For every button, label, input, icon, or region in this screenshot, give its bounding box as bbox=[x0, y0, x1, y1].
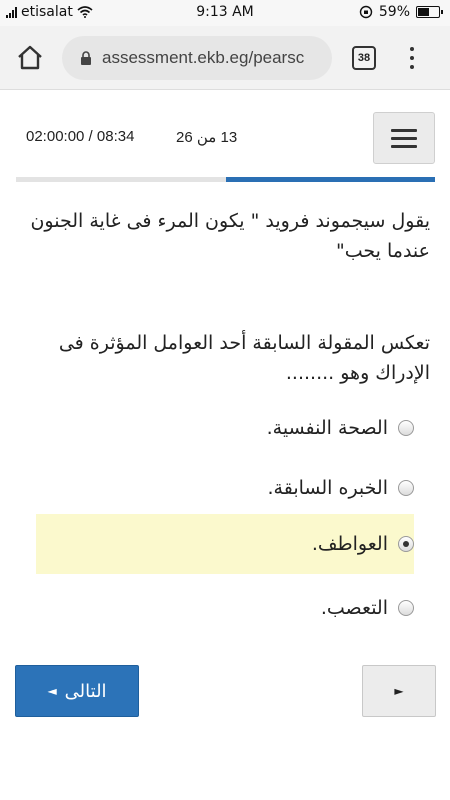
question-quote: يقول سيجموند فرويد " يكون المرء فى غاية … bbox=[30, 210, 430, 262]
overflow-menu-icon[interactable] bbox=[404, 44, 420, 72]
radio-button[interactable] bbox=[398, 420, 414, 436]
tabs-icon[interactable]: 38 bbox=[352, 46, 376, 70]
address-bar[interactable]: assessment.ekb.eg/pearsc bbox=[62, 36, 332, 80]
progress-track bbox=[16, 177, 435, 182]
battery-icon bbox=[416, 6, 443, 18]
url-text: assessment.ekb.eg/pearsc bbox=[102, 48, 305, 67]
status-bar: etisalat 9:13 AM 59% bbox=[0, 0, 450, 26]
option-label: العواطف. bbox=[311, 533, 388, 555]
arrow-left-icon: ◄ bbox=[47, 684, 57, 698]
option-label: الصحة النفسية. bbox=[266, 417, 388, 439]
answer-option-1[interactable]: الصحة النفسية. bbox=[36, 398, 414, 458]
rotation-lock-icon bbox=[359, 5, 373, 19]
play-arrow-button[interactable]: ► bbox=[362, 665, 436, 717]
progress-bar bbox=[225, 177, 435, 182]
battery-fill bbox=[418, 8, 430, 16]
radio-button[interactable] bbox=[398, 480, 414, 496]
battery-area: 59% bbox=[359, 4, 443, 20]
timer: 02:00:00 / 08:34 bbox=[26, 128, 135, 145]
answer-option-3[interactable]: العواطف. bbox=[36, 514, 414, 574]
question-prompt: تعكس المقولة السابقة أحد العوامل المؤثرة… bbox=[58, 332, 430, 384]
radio-button[interactable] bbox=[398, 600, 414, 616]
battery-percent: 59% bbox=[378, 4, 410, 20]
option-label: الخبره السابقة. bbox=[267, 477, 388, 499]
hamburger-menu-icon[interactable] bbox=[373, 112, 435, 164]
home-icon[interactable] bbox=[14, 42, 46, 74]
question-counter: 13 من 26 bbox=[176, 129, 238, 146]
answer-option-4[interactable]: التعصب. bbox=[36, 578, 414, 638]
arrow-right-icon: ► bbox=[394, 684, 404, 698]
browser-toolbar: assessment.ekb.eg/pearsc 38 bbox=[0, 26, 450, 90]
option-label: التعصب. bbox=[320, 597, 388, 619]
next-button[interactable]: التالى ◄ bbox=[15, 665, 139, 717]
lock-icon bbox=[81, 51, 91, 65]
radio-button-selected[interactable] bbox=[398, 536, 414, 552]
next-label: التالى bbox=[64, 680, 107, 702]
answer-option-2[interactable]: الخبره السابقة. bbox=[36, 458, 414, 518]
